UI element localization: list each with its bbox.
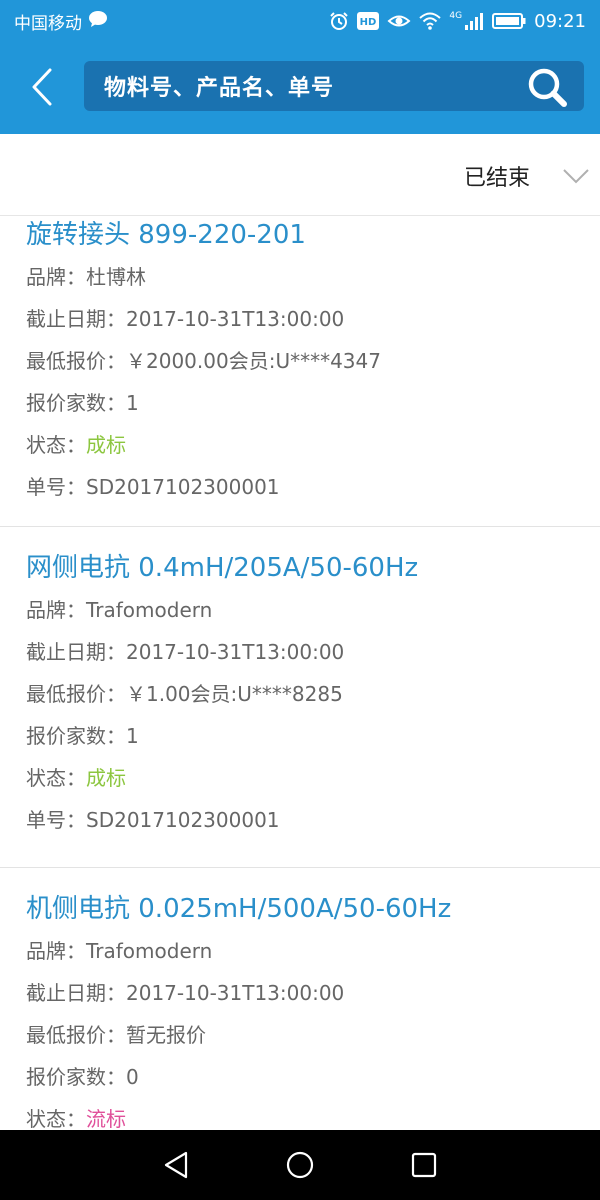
status-badge: 成标: [86, 766, 126, 790]
status-bar: 中国移动 HD 4G 09:21: [0, 0, 600, 42]
status-badge: 流标: [86, 1107, 126, 1130]
order-row: 单号：SD2017102300001: [26, 799, 600, 841]
item-title[interactable]: 旋转接头 899-220-201: [26, 217, 600, 256]
price-value: ￥2000.00会员:U****4347: [126, 349, 381, 373]
item-title[interactable]: 机侧电抗 0.025mH/500A/50-60Hz: [26, 888, 600, 930]
brand-label: 品牌：: [26, 939, 86, 963]
nav-recent-icon[interactable]: [410, 1151, 438, 1179]
list-item[interactable]: 机侧电抗 0.025mH/500A/50-60Hz 品牌：Trafomodern…: [0, 868, 600, 1130]
carrier-name: 中国移动: [14, 13, 82, 34]
bid-count-value: 1: [126, 391, 139, 415]
deadline-label: 截止日期：: [26, 981, 126, 1005]
list-item[interactable]: 网侧电抗 0.4mH/205A/50-60Hz 品牌：Trafomodern 截…: [0, 527, 600, 868]
brand-label: 品牌：: [26, 598, 86, 622]
signal-icon: [464, 12, 484, 30]
price-label: 最低报价：: [26, 682, 126, 706]
status-filter-dropdown[interactable]: 已结束: [463, 160, 589, 192]
status-row: 状态：成标: [26, 424, 600, 466]
nav-home-icon[interactable]: [285, 1150, 315, 1180]
item-title[interactable]: 网侧电抗 0.4mH/205A/50-60Hz: [26, 547, 600, 589]
price-label: 最低报价：: [26, 349, 126, 373]
brand-row: 品牌：杜博林: [26, 256, 600, 298]
price-row: 最低报价：暂无报价: [26, 1014, 600, 1056]
clock: 09:21: [534, 10, 586, 32]
deadline-label: 截止日期：: [26, 307, 126, 331]
network-type: 4G: [449, 11, 463, 21]
search-icon[interactable]: [526, 66, 568, 108]
svg-text:HD: HD: [360, 17, 377, 28]
bid-count-row: 报价家数：0: [26, 1056, 600, 1098]
system-nav-bar: [0, 1130, 600, 1200]
status-label: 状态：: [26, 766, 86, 790]
brand-row: 品牌：Trafomodern: [26, 589, 600, 631]
wifi-icon: [419, 12, 442, 30]
order-row: 单号：SD2017102300001: [26, 466, 600, 508]
deadline-row: 截止日期：2017-10-31T13:00:00: [26, 298, 600, 340]
chevron-down-icon: [563, 169, 589, 184]
alarm-icon: [329, 11, 349, 31]
eye-icon: [387, 12, 411, 30]
message-icon: [88, 10, 108, 33]
bid-count-label: 报价家数：: [26, 1065, 126, 1089]
bid-count-row: 报价家数：1: [26, 715, 600, 757]
search-input[interactable]: 物料号、产品名、单号: [84, 61, 584, 111]
status-badge: 成标: [86, 433, 126, 457]
status-label: 状态：: [26, 1107, 86, 1130]
deadline-value: 2017-10-31T13:00:00: [126, 307, 345, 331]
price-row: 最低报价：￥2000.00会员:U****4347: [26, 340, 600, 382]
deadline-value: 2017-10-31T13:00:00: [126, 640, 345, 664]
deadline-row: 截止日期：2017-10-31T13:00:00: [26, 972, 600, 1014]
brand-row: 品牌：Trafomodern: [26, 930, 600, 972]
status-label: 状态：: [26, 433, 86, 457]
bid-count-row: 报价家数：1: [26, 382, 600, 424]
order-value: SD2017102300001: [86, 808, 280, 832]
brand-label: 品牌：: [26, 265, 86, 289]
filter-bar: 已结束: [0, 134, 600, 216]
deadline-value: 2017-10-31T13:00:00: [126, 981, 345, 1005]
battery-icon: [492, 12, 526, 30]
order-value: SD2017102300001: [86, 475, 280, 499]
back-arrow-icon: [32, 68, 52, 106]
status-filter-value: 已结束: [463, 166, 530, 191]
status-row: 状态：流标: [26, 1098, 600, 1130]
bid-count-label: 报价家数：: [26, 391, 126, 415]
bid-count-label: 报价家数：: [26, 724, 126, 748]
hd-icon: HD: [357, 12, 380, 30]
search-placeholder: 物料号、产品名、单号: [104, 76, 335, 101]
brand-value: Trafomodern: [86, 598, 213, 622]
app-header: 物料号、产品名、单号: [0, 42, 600, 134]
price-value: ￥1.00会员:U****8285: [126, 682, 343, 706]
bid-count-value: 1: [126, 724, 139, 748]
order-label: 单号：: [26, 475, 86, 499]
bid-count-value: 0: [126, 1065, 139, 1089]
price-label: 最低报价：: [26, 1023, 126, 1047]
deadline-label: 截止日期：: [26, 640, 126, 664]
brand-value: Trafomodern: [86, 939, 213, 963]
deadline-row: 截止日期：2017-10-31T13:00:00: [26, 631, 600, 673]
tender-list: 旋转接头 899-220-201 品牌：杜博林 截止日期：2017-10-31T…: [0, 217, 600, 1130]
price-value: 暂无报价: [126, 1023, 206, 1047]
nav-back-icon[interactable]: [162, 1150, 190, 1180]
price-row: 最低报价：￥1.00会员:U****8285: [26, 673, 600, 715]
order-label: 单号：: [26, 808, 86, 832]
back-button[interactable]: [20, 64, 64, 110]
status-row: 状态：成标: [26, 757, 600, 799]
list-item[interactable]: 旋转接头 899-220-201 品牌：杜博林 截止日期：2017-10-31T…: [0, 217, 600, 527]
brand-value: 杜博林: [86, 265, 146, 289]
